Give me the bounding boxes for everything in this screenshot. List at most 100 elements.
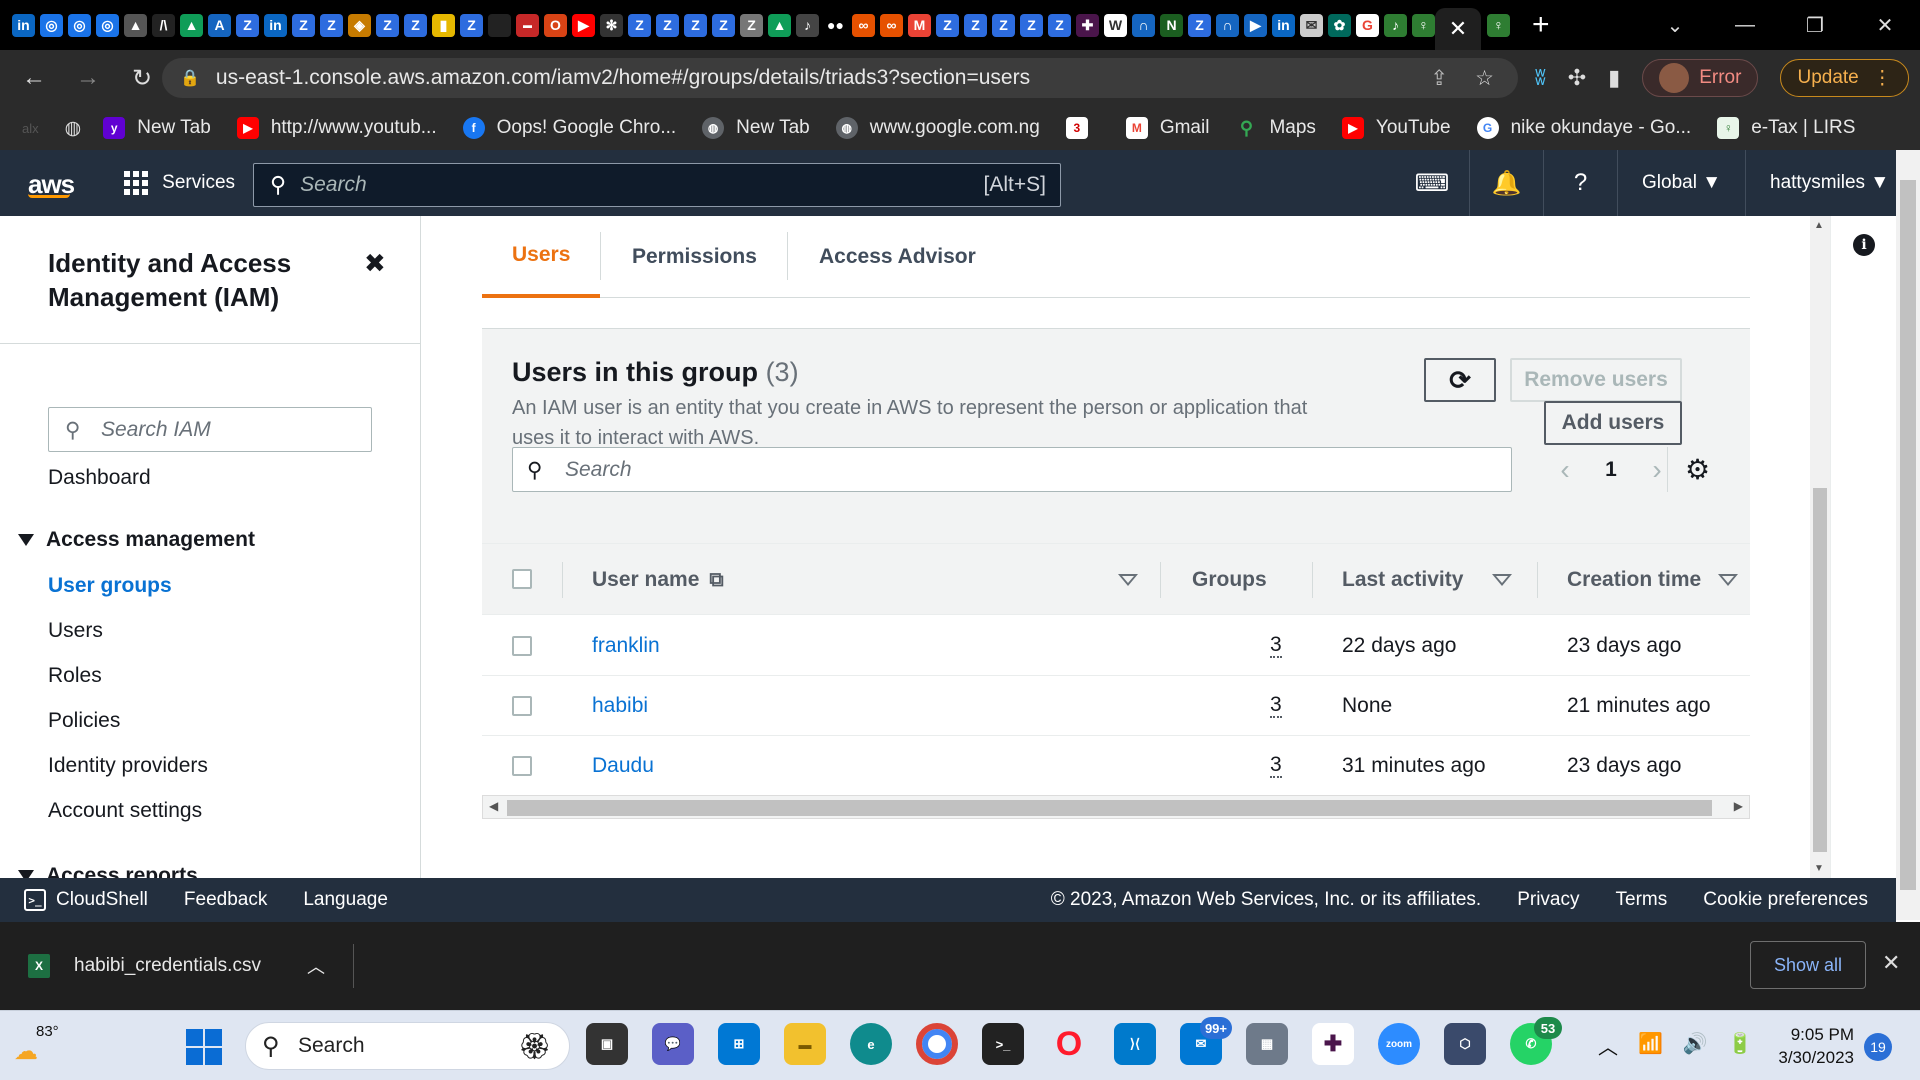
tab-azure-icon[interactable]: A bbox=[208, 13, 231, 37]
bookmark-item[interactable]: 3 bbox=[1065, 117, 1100, 139]
tab-linkedin-icon[interactable]: in bbox=[1272, 13, 1295, 37]
tab-dark-icon[interactable] bbox=[488, 13, 511, 37]
column-header-creation-time[interactable]: Creation time bbox=[1567, 544, 1701, 616]
tab-yellow-icon[interactable]: ▮ bbox=[432, 13, 455, 37]
tab-users[interactable]: Users bbox=[482, 216, 601, 298]
sidebar-item-identity-providers[interactable]: Identity providers bbox=[48, 754, 208, 778]
tab-google-icon[interactable]: G bbox=[1356, 13, 1379, 37]
tab-loop-icon[interactable]: ∩ bbox=[1216, 13, 1239, 37]
column-header-user-name[interactable]: User name ⧉ bbox=[592, 544, 724, 616]
tab-layers-icon[interactable]: ◈ bbox=[348, 13, 371, 37]
share-icon[interactable]: ⇪ bbox=[1430, 66, 1448, 91]
sort-icon[interactable] bbox=[1492, 574, 1512, 586]
tab-zoom-icon[interactable]: Z bbox=[992, 13, 1015, 37]
tab-z-grey-icon[interactable]: Z bbox=[740, 13, 763, 37]
tab-lirs-icon[interactable]: ♀ bbox=[1412, 13, 1435, 37]
sidebar-item-user-groups[interactable]: User groups bbox=[48, 574, 172, 598]
close-downloads-icon[interactable]: ✕ bbox=[1882, 950, 1900, 976]
scroll-up-icon[interactable]: ▲ bbox=[1814, 220, 1824, 231]
sidebar-item-account-settings[interactable]: Account settings bbox=[48, 799, 202, 823]
back-icon[interactable]: ← bbox=[14, 64, 54, 92]
tab-gmail-icon[interactable]: M bbox=[908, 13, 931, 37]
privacy-link[interactable]: Privacy bbox=[1517, 889, 1579, 911]
extension-icon[interactable]: ʬ bbox=[1535, 65, 1546, 91]
sidebar-item-dashboard[interactable]: Dashboard bbox=[48, 466, 151, 490]
tab-search-chevron-icon[interactable]: ⌄ bbox=[1640, 13, 1710, 38]
tab-zoom-icon[interactable]: Z bbox=[376, 13, 399, 37]
tab-zoom-icon[interactable]: Z bbox=[1048, 13, 1071, 37]
current-page[interactable]: 1 bbox=[1588, 458, 1634, 482]
tab-zoom-icon[interactable]: Z bbox=[320, 13, 343, 37]
battery-icon[interactable]: 🔋 bbox=[1728, 1031, 1753, 1060]
column-header-groups[interactable]: Groups bbox=[1192, 544, 1267, 616]
edge-icon[interactable]: e bbox=[850, 1023, 892, 1065]
bookmark-item[interactable]: ◍ New Tab bbox=[702, 117, 810, 139]
tab-zoom-icon[interactable]: Z bbox=[460, 13, 483, 37]
wifi-icon[interactable]: 📶 bbox=[1638, 1031, 1663, 1060]
aws-search-input[interactable]: ⚲ Search [Alt+S] bbox=[253, 163, 1061, 207]
close-sidebar-icon[interactable]: ✖ bbox=[364, 248, 386, 279]
tab-leaf-icon[interactable]: ✿ bbox=[1328, 13, 1351, 37]
refresh-button[interactable]: ⟳ bbox=[1424, 358, 1496, 402]
tab-lirs-icon[interactable]: ♀ bbox=[1487, 13, 1510, 37]
aws-logo[interactable]: aws bbox=[28, 169, 75, 199]
row-checkbox[interactable] bbox=[512, 696, 532, 716]
opera-icon[interactable]: O bbox=[1048, 1023, 1090, 1065]
scrollbar-thumb[interactable] bbox=[1900, 180, 1916, 890]
zoom-icon[interactable]: zoom bbox=[1378, 1023, 1420, 1065]
reload-icon[interactable]: ↻ bbox=[122, 64, 162, 93]
tab-zoom-icon[interactable]: Z bbox=[404, 13, 427, 37]
search-iam-input[interactable]: ⚲ Search IAM bbox=[48, 407, 372, 452]
active-tab[interactable]: ✕ bbox=[1435, 8, 1481, 50]
tab-zoom-icon[interactable]: Z bbox=[1020, 13, 1043, 37]
services-menu-button[interactable]: Services bbox=[124, 171, 235, 195]
tab-medium-icon[interactable]: ●● bbox=[824, 13, 847, 37]
tab-drive-icon[interactable]: ▲ bbox=[180, 13, 203, 37]
minimize-icon[interactable]: — bbox=[1710, 14, 1780, 37]
tab-google-forms-icon[interactable]: ◎ bbox=[96, 13, 119, 37]
tab-permissions[interactable]: Permissions bbox=[632, 216, 757, 298]
tab-wordpress-icon[interactable]: W bbox=[1104, 13, 1127, 37]
scrollbar-thumb[interactable] bbox=[1813, 488, 1827, 852]
taskbar-search[interactable]: ⚲ Search 🏵 bbox=[245, 1022, 570, 1070]
tab-zoom-icon[interactable]: Z bbox=[1188, 13, 1211, 37]
puzzle-extensions-icon[interactable]: ✣ bbox=[1568, 65, 1586, 91]
tab-coursera-icon[interactable]: ∞ bbox=[880, 13, 903, 37]
groups-count[interactable]: 3 bbox=[1270, 754, 1282, 778]
groups-count[interactable]: 3 bbox=[1270, 694, 1282, 718]
profile-error-button[interactable]: Error bbox=[1642, 59, 1759, 97]
sidebar-section-access-reports[interactable]: Access reports bbox=[18, 864, 198, 878]
page-vertical-scrollbar[interactable] bbox=[1896, 150, 1920, 920]
bookmark-item[interactable]: Gnike okundaye - Go... bbox=[1476, 117, 1691, 139]
show-all-button[interactable]: Show all bbox=[1750, 941, 1866, 989]
tab-a-icon[interactable]: /\ bbox=[152, 13, 175, 37]
sidebar-section-access-management[interactable]: Access management bbox=[18, 528, 255, 552]
chevron-up-icon[interactable]: ︿ bbox=[1598, 1031, 1618, 1060]
groups-count[interactable]: 3 bbox=[1270, 634, 1282, 658]
sidebar-item-roles[interactable]: Roles bbox=[48, 664, 102, 688]
lock-icon[interactable]: 🔒 bbox=[180, 68, 200, 88]
chevron-up-icon[interactable]: ︿ bbox=[307, 953, 325, 979]
select-all-checkbox[interactable] bbox=[512, 569, 532, 589]
terminal-icon[interactable]: >_ bbox=[982, 1023, 1024, 1065]
language-link[interactable]: Language bbox=[303, 889, 388, 911]
info-icon[interactable]: i bbox=[1853, 234, 1875, 256]
tab-video-icon[interactable]: ▶ bbox=[1244, 13, 1267, 37]
bookmark-item[interactable]: ◍ www.google.com.ng bbox=[835, 117, 1040, 139]
start-button[interactable] bbox=[186, 1029, 222, 1065]
tab-google-forms-icon[interactable]: ◎ bbox=[40, 13, 63, 37]
row-checkbox[interactable] bbox=[512, 636, 532, 656]
new-tab-button[interactable]: + bbox=[1532, 8, 1550, 42]
tab-opera-icon[interactable]: O bbox=[544, 13, 567, 37]
globe-icon[interactable]: ◍ bbox=[65, 117, 82, 140]
close-tab-icon[interactable]: ✕ bbox=[1449, 16, 1467, 42]
close-window-icon[interactable]: ✕ bbox=[1850, 13, 1920, 38]
apps-icon[interactable]: alx bbox=[22, 121, 39, 136]
bookmark-item[interactable]: ♀ e-Tax | LIRS bbox=[1717, 117, 1855, 139]
tab-zoom-icon[interactable]: Z bbox=[712, 13, 735, 37]
tab-mail-icon[interactable]: ✉ bbox=[1300, 13, 1323, 37]
tab-zoom-icon[interactable]: Z bbox=[964, 13, 987, 37]
tab-linkedin-icon[interactable]: in bbox=[12, 13, 35, 37]
scrollbar-thumb[interactable] bbox=[507, 800, 1712, 816]
bookmark-item[interactable]: ▶ YouTube bbox=[1341, 117, 1451, 139]
